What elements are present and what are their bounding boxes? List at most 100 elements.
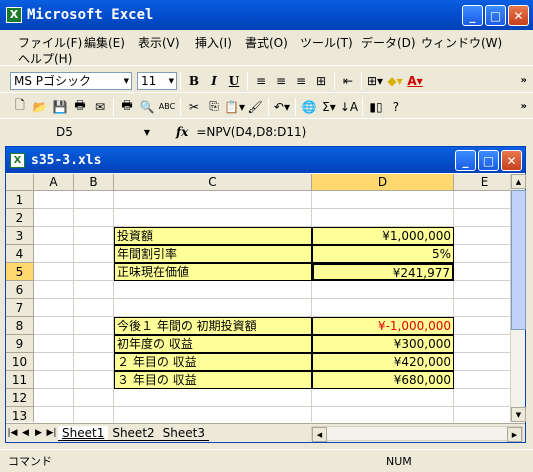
empty-cell[interactable] <box>114 407 312 422</box>
empty-cell[interactable] <box>74 317 114 335</box>
scroll-up-icon[interactable]: ▲ <box>511 174 526 189</box>
value-cell[interactable]: 5% <box>312 245 454 263</box>
row-header-2[interactable]: 2 <box>6 209 34 227</box>
empty-cell[interactable] <box>34 245 74 263</box>
empty-cell[interactable] <box>34 317 74 335</box>
label-cell[interactable]: 投資額 <box>114 227 312 245</box>
empty-cell[interactable] <box>74 191 114 209</box>
column-header-e[interactable]: E <box>454 174 511 191</box>
empty-cell[interactable] <box>74 227 114 245</box>
empty-cell[interactable] <box>34 281 74 299</box>
empty-cell[interactable] <box>454 245 511 263</box>
empty-cell[interactable] <box>74 353 114 371</box>
undo-icon[interactable]: ↶▾ <box>272 97 292 117</box>
label-cell[interactable]: 正味現在価値 <box>114 263 312 281</box>
minimize-button[interactable]: _ <box>462 5 483 26</box>
empty-cell[interactable] <box>74 335 114 353</box>
help-icon[interactable]: ? <box>386 97 406 117</box>
empty-cell[interactable] <box>454 209 511 227</box>
empty-cell[interactable] <box>114 389 312 407</box>
row-header-5[interactable]: 5 <box>6 263 34 281</box>
empty-cell[interactable] <box>34 227 74 245</box>
label-cell[interactable]: ２ 年目の 収益 <box>114 353 312 371</box>
toolbar-options-icon[interactable]: » <box>521 101 527 112</box>
empty-cell[interactable] <box>74 281 114 299</box>
empty-cell[interactable] <box>454 407 511 422</box>
row-header-9[interactable]: 9 <box>6 335 34 353</box>
spelling-icon[interactable]: ABC <box>157 97 177 117</box>
empty-cell[interactable] <box>74 209 114 227</box>
autosum-icon[interactable]: Σ▾ <box>319 97 339 117</box>
workbook-close-button[interactable]: ✕ <box>501 150 522 171</box>
empty-cell[interactable] <box>34 263 74 281</box>
select-all-corner[interactable] <box>6 174 34 191</box>
row-header-13[interactable]: 13 <box>6 407 34 422</box>
empty-cell[interactable] <box>114 191 312 209</box>
label-cell[interactable]: 初年度の 収益 <box>114 335 312 353</box>
align-center-icon[interactable]: ≡ <box>271 71 291 91</box>
maximize-button[interactable]: □ <box>485 5 506 26</box>
scroll-left-icon[interactable]: ◀ <box>312 427 327 442</box>
formula-input[interactable]: =NPV(D4,D8:D11) <box>196 125 306 139</box>
hyperlink-icon[interactable]: 🌐 <box>299 97 319 117</box>
empty-cell[interactable] <box>74 371 114 389</box>
row-header-1[interactable]: 1 <box>6 191 34 209</box>
font-color-icon[interactable]: A▾ <box>405 71 425 91</box>
name-box[interactable]: D5 ▼ <box>8 123 158 141</box>
empty-cell[interactable] <box>312 209 454 227</box>
menu-help[interactable]: ヘルプ(H) <box>18 50 72 67</box>
new-icon[interactable]: 🗋 <box>10 97 30 117</box>
sheet-tab-2[interactable]: Sheet2 <box>108 426 159 441</box>
label-cell[interactable]: 今後１ 年間の 初期投資額 <box>114 317 312 335</box>
empty-cell[interactable] <box>74 263 114 281</box>
align-left-icon[interactable]: ≡ <box>251 71 271 91</box>
value-cell[interactable]: ¥-1,000,000 <box>312 317 454 335</box>
column-header-a[interactable]: A <box>34 174 74 191</box>
empty-cell[interactable] <box>312 299 454 317</box>
print-preview-icon[interactable]: 🔍 <box>137 97 157 117</box>
scroll-right-icon[interactable]: ▶ <box>507 427 522 442</box>
email-icon[interactable]: ✉ <box>90 97 110 117</box>
column-header-d[interactable]: D <box>312 174 454 191</box>
column-header-b[interactable]: B <box>74 174 114 191</box>
font-size-select[interactable]: 11 ▼ <box>137 71 177 90</box>
row-header-12[interactable]: 12 <box>6 389 34 407</box>
menu-tools[interactable]: ツール(T) <box>300 34 353 51</box>
scroll-down-icon[interactable]: ▼ <box>511 407 526 422</box>
column-header-c[interactable]: C <box>114 174 312 191</box>
value-cell[interactable]: ¥680,000 <box>312 371 454 389</box>
empty-cell[interactable] <box>312 389 454 407</box>
empty-cell[interactable] <box>34 371 74 389</box>
empty-cell[interactable] <box>454 335 511 353</box>
permission-icon[interactable]: 🖶 <box>70 97 90 117</box>
empty-cell[interactable] <box>454 353 511 371</box>
empty-cell[interactable] <box>454 281 511 299</box>
row-header-10[interactable]: 10 <box>6 353 34 371</box>
insert-function-icon[interactable]: fx <box>176 125 188 139</box>
empty-cell[interactable] <box>312 281 454 299</box>
empty-cell[interactable] <box>454 317 511 335</box>
align-right-icon[interactable]: ≡ <box>291 71 311 91</box>
spreadsheet-grid[interactable]: A B C D E 1 2 3 投資額 ¥1,000,000 4 年間割引率 5% 5 正味現在価… <box>6 174 511 422</box>
label-cell[interactable]: 年間割引率 <box>114 245 312 263</box>
empty-cell[interactable] <box>74 299 114 317</box>
label-cell[interactable]: ３ 年目の 収益 <box>114 371 312 389</box>
menu-insert[interactable]: 挿入(I) <box>195 34 232 51</box>
bold-button[interactable]: B <box>184 71 204 91</box>
chart-wizard-icon[interactable]: ▮▯ <box>366 97 386 117</box>
row-header-11[interactable]: 11 <box>6 371 34 389</box>
menu-file[interactable]: ファイル(F) <box>18 34 82 51</box>
prev-sheet-icon[interactable]: ◀ <box>19 428 32 438</box>
empty-cell[interactable] <box>454 299 511 317</box>
row-header-3[interactable]: 3 <box>6 227 34 245</box>
empty-cell[interactable] <box>454 191 511 209</box>
last-sheet-icon[interactable]: ▶| <box>45 428 58 438</box>
row-header-4[interactable]: 4 <box>6 245 34 263</box>
paste-icon[interactable]: 📋▾ <box>224 97 245 117</box>
empty-cell[interactable] <box>34 299 74 317</box>
empty-cell[interactable] <box>114 281 312 299</box>
empty-cell[interactable] <box>74 407 114 422</box>
sheet-tab-3[interactable]: Sheet3 <box>158 426 209 441</box>
close-button[interactable]: ✕ <box>508 5 529 26</box>
empty-cell[interactable] <box>34 353 74 371</box>
